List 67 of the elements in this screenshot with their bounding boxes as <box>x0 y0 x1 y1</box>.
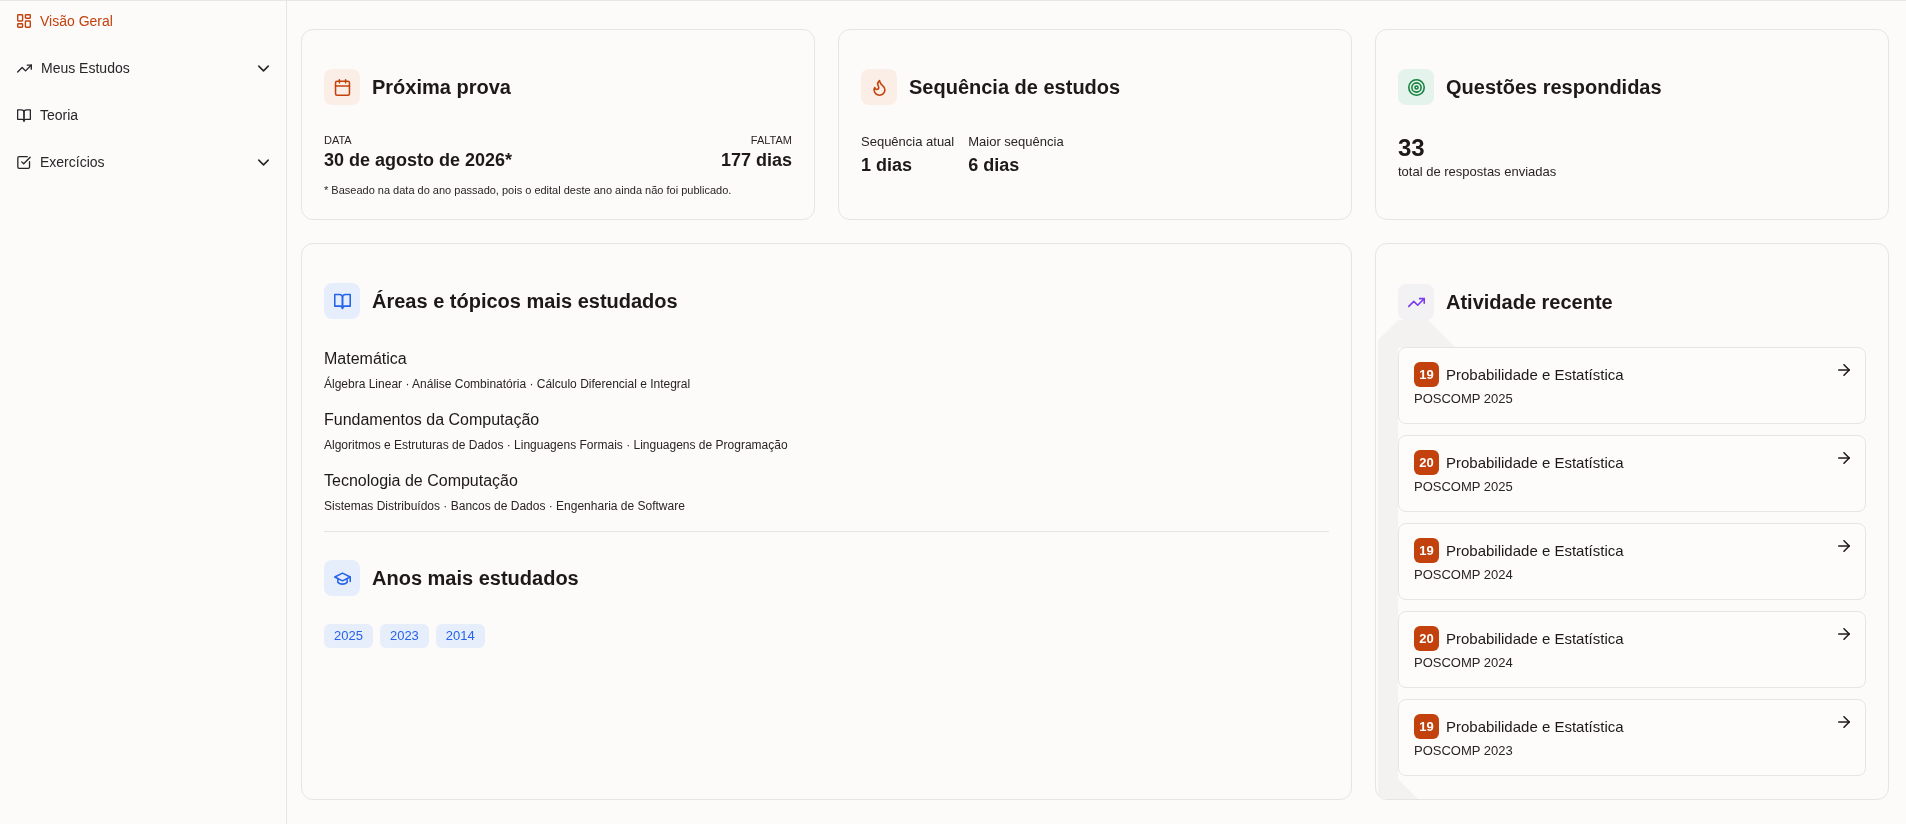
grid-icon <box>17 14 31 28</box>
card-title: Sequência de estudos <box>909 75 1121 100</box>
days-remaining: 177 dias <box>720 149 792 172</box>
flame-icon <box>861 69 897 105</box>
card-title: Atividade recente <box>1446 290 1613 315</box>
stat-label: Maior sequência <box>968 134 1064 150</box>
chevron-down-icon <box>258 158 269 166</box>
subject-title: Probabilidade e Estatística <box>1446 540 1624 561</box>
book-icon <box>17 108 31 122</box>
arrow-right-icon <box>1838 364 1850 376</box>
subject-title: Probabilidade e Estatística <box>1446 364 1624 385</box>
number-badge: 19 <box>1414 362 1439 387</box>
card-title: Questões respondidas <box>1446 75 1662 100</box>
stat-value: 6 dias <box>968 154 1021 177</box>
sidebar-item[interactable]: Exercícios <box>8 142 278 182</box>
chevron-down-icon <box>258 64 269 72</box>
stat-value: 33 <box>1398 134 1426 162</box>
exam-name: POSCOMP 2025 <box>1414 479 1514 495</box>
number-badge: 19 <box>1414 538 1439 563</box>
activity-item[interactable]: 19 Probabilidade e Estatística POSCOMP 2024 <box>1398 523 1866 600</box>
check-square-icon <box>17 155 31 169</box>
stat-value: 1 dias <box>861 154 914 177</box>
number-badge: 20 <box>1414 626 1439 651</box>
activity-item[interactable]: 20 Probabilidade e Estatística POSCOMP 2025 <box>1398 435 1866 512</box>
exam-name: POSCOMP 2024 <box>1414 567 1514 583</box>
card-title: Áreas e tópicos mais estudados <box>372 289 678 314</box>
sidebar-item[interactable]: Teoria <box>8 95 278 135</box>
calendar-icon <box>324 69 360 105</box>
exam-date: 30 de agosto de 2026* <box>324 149 513 172</box>
book-icon <box>324 283 360 319</box>
card-title: Próxima prova <box>372 75 511 100</box>
exam-name: POSCOMP 2024 <box>1414 655 1514 671</box>
area-name: Matemática <box>324 349 408 369</box>
topic-list: Algoritmos e Estruturas de Dados · Linguagens Formais · Linguagens de Programação <box>324 437 1329 453</box>
number-badge: 20 <box>1414 450 1439 475</box>
stat-label: Sequência atual <box>861 134 955 150</box>
card-title: Anos mais estudados <box>372 566 579 591</box>
sidebar-item[interactable]: Meus Estudos <box>8 48 278 88</box>
subject-title: Probabilidade e Estatística <box>1446 716 1624 737</box>
footnote-text: * Baseado na data do ano passado, pois o edital deste ano ainda não foi publicado. <box>324 183 733 197</box>
exam-name: POSCOMP 2023 <box>1414 743 1514 759</box>
subject-title: Probabilidade e Estatística <box>1446 628 1624 649</box>
graduation-cap-icon <box>324 560 360 596</box>
stat-caption: total de respostas enviadas <box>1398 164 1558 180</box>
activity-item[interactable]: 20 Probabilidade e Estatística POSCOMP 2024 <box>1398 611 1866 688</box>
arrow-right-icon <box>1838 452 1850 464</box>
number-badge: 19 <box>1414 714 1439 739</box>
topic-list: Álgebra Linear · Análise Combinatória · Cálculo Diferencial e Integral <box>324 376 1329 392</box>
activity-item[interactable]: 19 Probabilidade e Estatística POSCOMP 2023 <box>1398 699 1866 776</box>
subject-title: Probabilidade e Estatística <box>1446 452 1624 473</box>
activity-item[interactable]: 19 Probabilidade e Estatística POSCOMP 2025 <box>1398 347 1866 424</box>
year-chip[interactable]: 2014 <box>435 624 485 648</box>
stat-label: FALTAM <box>749 133 792 147</box>
topic-list: Sistemas Distribuídos · Bancos de Dados · Engenharia de Software <box>324 498 1329 514</box>
arrow-right-icon <box>1838 540 1850 552</box>
year-chip[interactable]: 2023 <box>379 624 429 648</box>
arrow-right-icon <box>1838 628 1850 640</box>
trending-up-icon <box>17 63 32 73</box>
arrow-right-icon <box>1838 716 1850 728</box>
year-chip[interactable]: 2025 <box>324 624 373 648</box>
stat-label: DATA <box>324 133 353 147</box>
target-icon <box>1398 69 1434 105</box>
sidebar-item[interactable]: Visão Geral <box>8 1 278 41</box>
trending-up-icon <box>1398 284 1434 320</box>
exam-name: POSCOMP 2025 <box>1414 391 1514 407</box>
area-name: Fundamentos da Computação <box>324 410 541 430</box>
area-name: Tecnologia de Computação <box>324 471 519 491</box>
